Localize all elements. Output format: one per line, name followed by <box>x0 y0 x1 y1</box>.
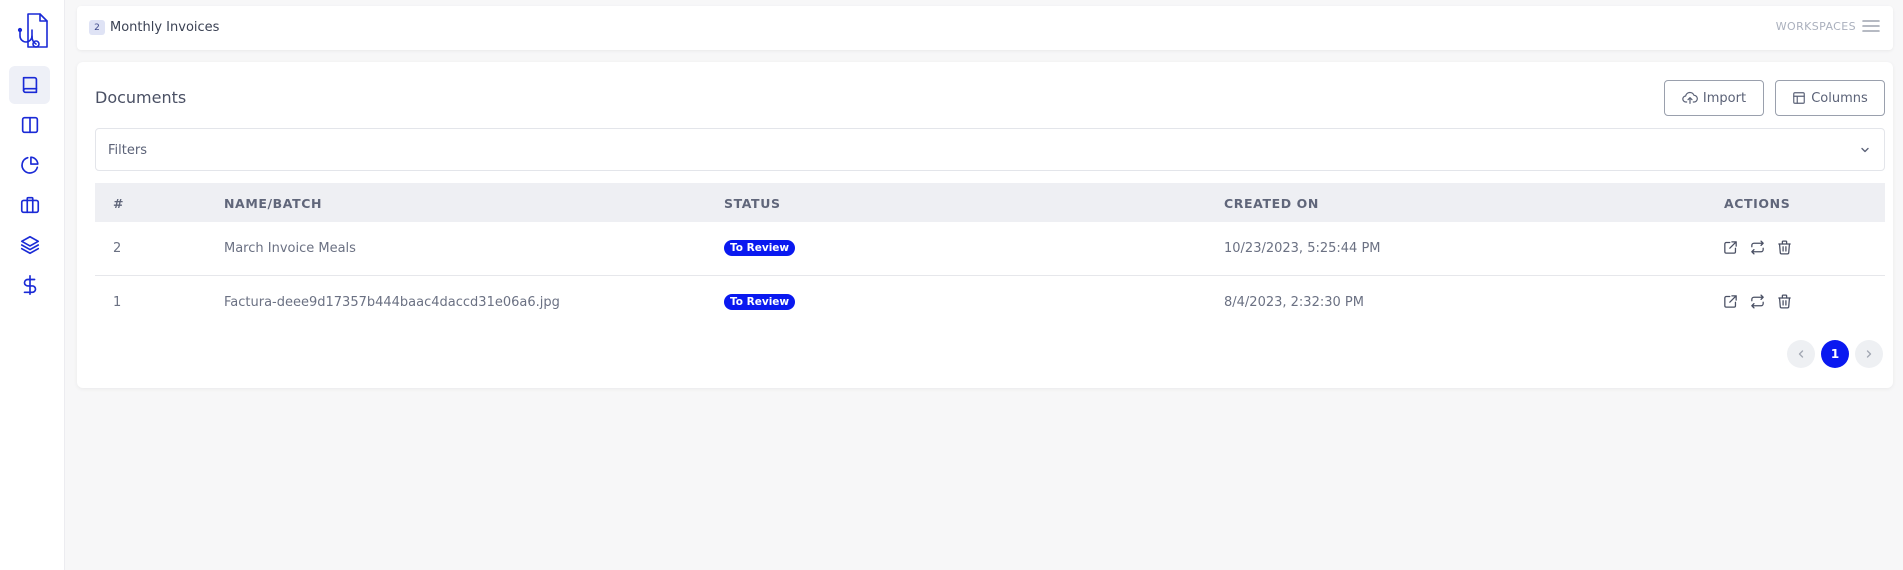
row-created-on: 8/4/2023, 2:32:30 PM <box>1224 295 1364 310</box>
column-header-id[interactable]: # <box>113 196 124 211</box>
table-header: # NAME/BATCH STATUS CREATED ON ACTIONS <box>95 183 1885 222</box>
pie-chart-icon <box>20 156 39 174</box>
page-button-current[interactable]: 1 <box>1821 340 1849 368</box>
row-created-on: 10/23/2023, 5:25:44 PM <box>1224 241 1381 256</box>
columns-button-label: Columns <box>1811 90 1868 106</box>
document-stethoscope-logo-icon <box>17 13 48 48</box>
hamburger-menu-icon <box>1862 20 1880 32</box>
sidebar-item-layers[interactable] <box>9 226 50 264</box>
external-link-icon <box>1724 241 1737 254</box>
next-page-button[interactable] <box>1855 340 1883 368</box>
filters-label: Filters <box>108 143 147 158</box>
table-columns-icon <box>1793 92 1806 104</box>
briefcase-icon <box>20 196 39 214</box>
layers-icon <box>20 235 39 255</box>
status-badge: To Review <box>724 240 796 256</box>
page-title: Documents <box>95 88 187 107</box>
column-header-actions: ACTIONS <box>1724 196 1791 211</box>
column-header-name[interactable]: NAME/BATCH <box>224 196 322 211</box>
workspace-count-badge: 2 <box>89 20 105 35</box>
workspace-bar: 2 Monthly Invoices WORKSPACES <box>77 6 1893 50</box>
pagination: 1 <box>1787 340 1883 368</box>
repeat-icon <box>1751 240 1764 255</box>
workspace-name[interactable]: Monthly Invoices <box>110 20 219 35</box>
import-button-label: Import <box>1702 90 1747 106</box>
status-badge: To Review <box>724 294 796 310</box>
external-link-icon <box>1724 295 1737 308</box>
columns-icon <box>21 116 38 134</box>
open-external-button[interactable] <box>1722 239 1739 256</box>
row-name[interactable]: March Invoice Meals <box>224 241 356 256</box>
reprocess-button[interactable] <box>1749 239 1766 256</box>
columns-button[interactable]: Columns <box>1775 80 1885 116</box>
app-logo[interactable] <box>10 10 52 52</box>
row-id: 1 <box>113 295 122 310</box>
row-actions <box>1722 293 1793 310</box>
trash-icon <box>1778 294 1791 309</box>
documents-card: Documents Import Columns Filters # NAME/… <box>77 62 1893 388</box>
trash-icon <box>1778 240 1791 255</box>
previous-page-button[interactable] <box>1787 340 1815 368</box>
chevron-down-icon <box>1861 147 1869 153</box>
book-icon <box>22 76 37 94</box>
sidebar <box>0 0 65 570</box>
workspaces-label: WORKSPACES <box>1775 19 1856 33</box>
column-header-created[interactable]: CREATED ON <box>1224 196 1319 211</box>
open-external-button[interactable] <box>1722 293 1739 310</box>
row-name[interactable]: Factura-deee9d17357b444baac4daccd31e06a6… <box>224 295 560 310</box>
column-header-status[interactable]: STATUS <box>724 196 781 211</box>
reprocess-button[interactable] <box>1749 293 1766 310</box>
sidebar-item-billing[interactable] <box>9 266 50 304</box>
delete-button[interactable] <box>1776 293 1793 310</box>
workspaces-menu-button[interactable]: WORKSPACES <box>1776 19 1880 33</box>
chevron-left-icon <box>1798 350 1804 358</box>
repeat-icon <box>1751 294 1764 309</box>
table-row[interactable]: 1 Factura-deee9d17357b444baac4daccd31e06… <box>95 276 1885 330</box>
import-button[interactable]: Import <box>1664 80 1764 116</box>
cloud-upload-icon <box>1682 91 1698 104</box>
chevron-right-icon <box>1866 350 1872 358</box>
row-id: 2 <box>113 241 122 256</box>
sidebar-item-workspaces[interactable] <box>9 186 50 224</box>
delete-button[interactable] <box>1776 239 1793 256</box>
documents-table: # NAME/BATCH STATUS CREATED ON ACTIONS 2… <box>95 183 1885 330</box>
row-actions <box>1722 239 1793 256</box>
sidebar-item-reports[interactable] <box>9 146 50 184</box>
sidebar-item-documents[interactable] <box>9 66 50 104</box>
sidebar-item-columns[interactable] <box>9 106 50 144</box>
table-row[interactable]: 2 March Invoice Meals To Review 10/23/20… <box>95 222 1885 276</box>
dollar-icon <box>23 275 36 295</box>
filters-toggle[interactable]: Filters <box>95 128 1885 171</box>
